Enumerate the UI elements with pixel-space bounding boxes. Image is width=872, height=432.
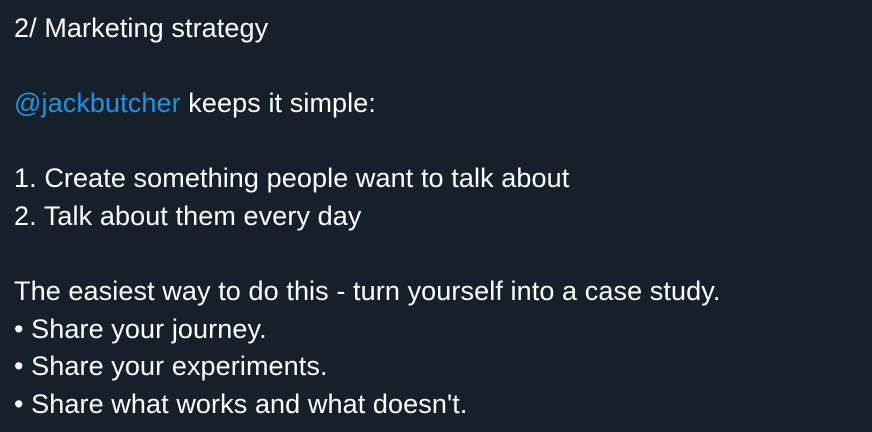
bullet-item-works: • Share what works and what doesn't. [14, 388, 468, 419]
list-item-step-2: 2. Talk about them every day [14, 200, 362, 231]
list-item-step-1: 1. Create something people want to talk … [14, 163, 570, 194]
intro-text: The easiest way to do this - turn yourse… [14, 276, 721, 307]
mention-line: @jackbutcher keeps it simple: [14, 85, 872, 123]
tweet-text: 2/ Marketing strategy @jackbutcher keeps… [0, 0, 872, 432]
tweet-heading: 2/ Marketing strategy [14, 13, 269, 43]
bullet-item-experiments: • Share your experiments. [14, 351, 328, 382]
mention-suffix: keeps it simple: [180, 88, 376, 119]
mention-link-jackbutcher[interactable]: @jackbutcher [14, 88, 181, 118]
bullet-item-journey: • Share your journey. [14, 313, 267, 344]
